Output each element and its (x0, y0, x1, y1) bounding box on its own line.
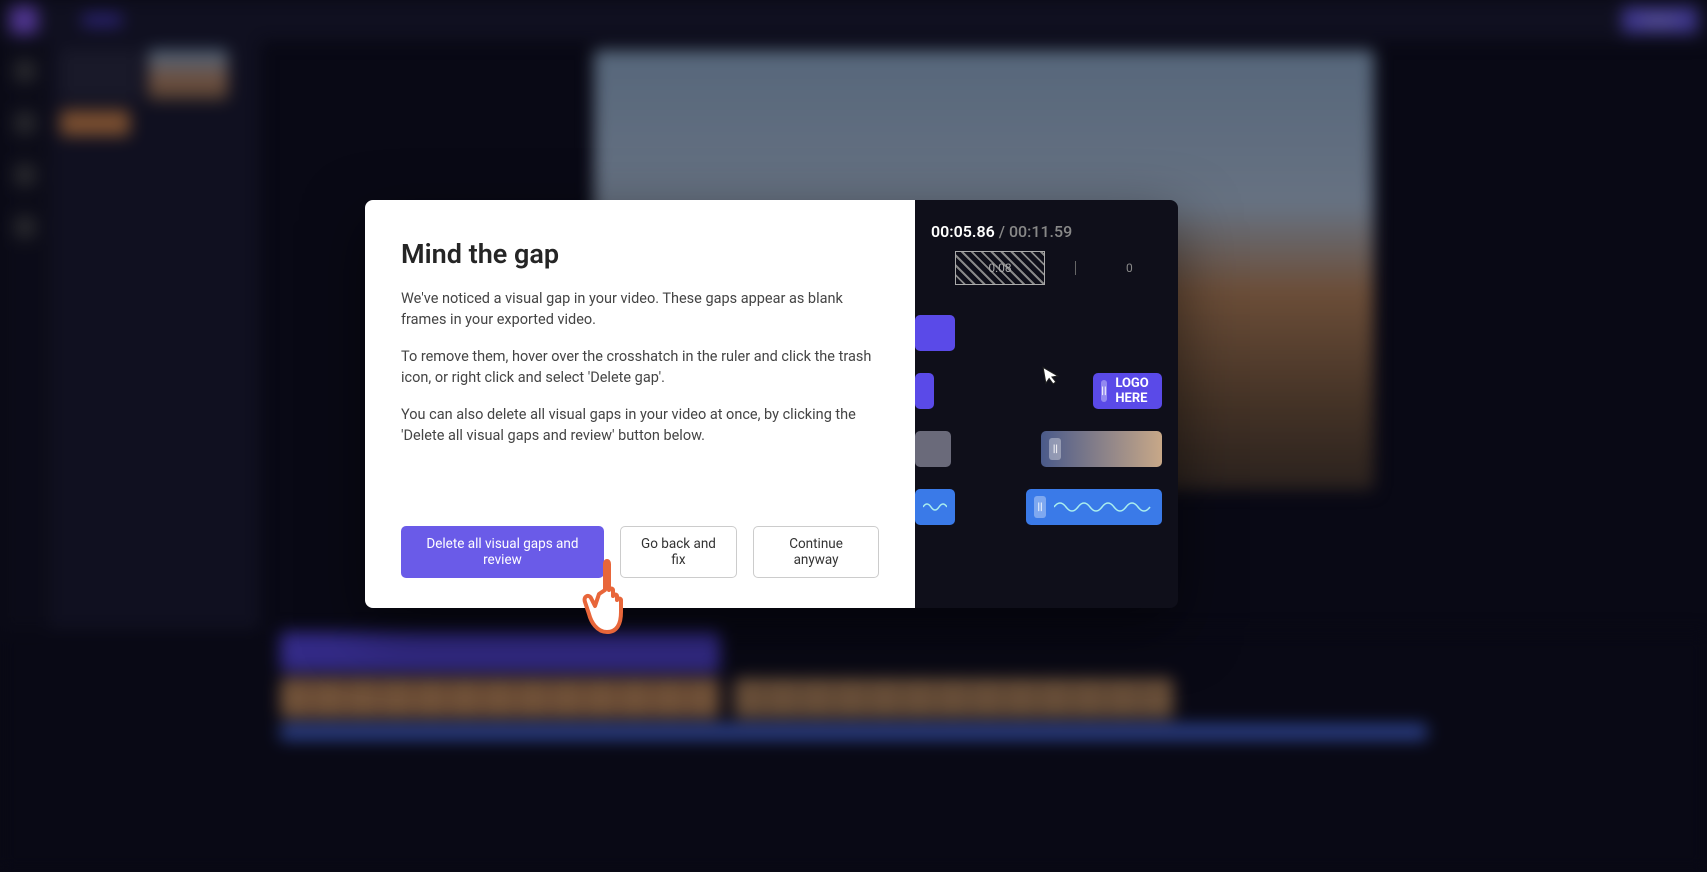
timeline-ruler: 0:08 0 (955, 251, 1162, 285)
clip-handle-icon: || (1034, 496, 1046, 518)
modal-paragraph: To remove them, hover over the crosshatc… (401, 346, 879, 388)
preview-clip (915, 373, 934, 409)
modal-button-row: Delete all visual gaps and review Go bac… (401, 526, 879, 578)
preview-track-row (915, 305, 1162, 351)
waveform-icon (1054, 499, 1154, 515)
clip-label: LOGO HERE (1115, 376, 1154, 406)
modal-content-panel: Mind the gap We've noticed a visual gap … (365, 200, 915, 608)
preview-clip (915, 315, 955, 351)
preview-audio-clip (915, 489, 955, 525)
total-time: 00:11.59 (1009, 222, 1072, 241)
clip-handle-icon: || (1049, 438, 1061, 460)
modal-preview-panel: 00:05.86 / 00:11.59 0:08 0 || LOGO HE (915, 200, 1178, 608)
clip-handle-icon: || (1101, 380, 1108, 402)
preview-audio-clip: || (1026, 489, 1162, 525)
ruler-tick (1075, 261, 1076, 275)
preview-logo-clip: || LOGO HERE (1093, 373, 1162, 409)
preview-track-row: || (915, 421, 1162, 467)
gap-crosshatch-icon[interactable]: 0:08 (955, 251, 1045, 285)
current-time: 00:05.86 (915, 222, 995, 241)
ruler-tick-label: 0 (1126, 261, 1133, 275)
time-readout: 00:05.86 / 00:11.59 (915, 222, 1162, 241)
go-back-fix-button[interactable]: Go back and fix (620, 526, 737, 578)
preview-track-row: || (915, 479, 1162, 525)
modal-paragraph: You can also delete all visual gaps in y… (401, 404, 879, 446)
modal-paragraph: We've noticed a visual gap in your video… (401, 288, 879, 330)
waveform-icon (923, 499, 947, 515)
gap-modal: Mind the gap We've noticed a visual gap … (365, 200, 1178, 608)
preview-photo-clip: || (1041, 431, 1162, 467)
preview-clip (915, 431, 951, 467)
preview-tracks-column: || LOGO HERE || || (915, 305, 1162, 525)
modal-title: Mind the gap (401, 238, 879, 270)
delete-gaps-review-button[interactable]: Delete all visual gaps and review (401, 526, 604, 578)
ruler-tick-label: 0:08 (988, 261, 1011, 275)
continue-anyway-button[interactable]: Continue anyway (753, 526, 879, 578)
preview-track-row: || LOGO HERE (915, 363, 1162, 409)
time-separator: / (999, 222, 1009, 241)
